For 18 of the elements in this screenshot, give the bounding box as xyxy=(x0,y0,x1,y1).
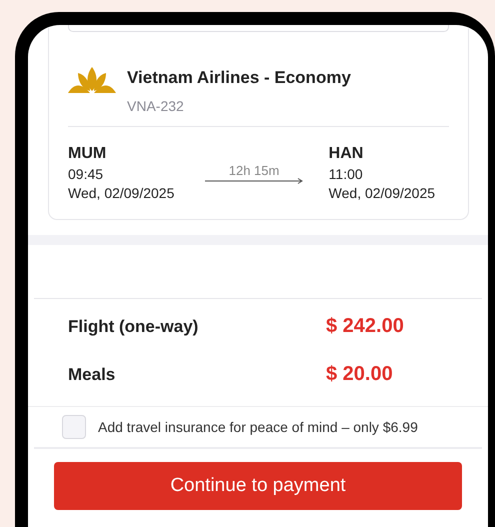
insurance-label: Add travel insurance for peace of mind – only $6.99 xyxy=(98,419,418,435)
continue-button[interactable]: Continue to payment xyxy=(54,462,462,510)
price-label: Meals xyxy=(68,364,116,384)
departure-airport: MUM xyxy=(68,145,108,163)
airline-name: Vietnam Airlines - Economy xyxy=(127,68,351,88)
flight-duration: 12h 15m xyxy=(228,163,280,178)
arrow-icon xyxy=(205,178,304,184)
insurance-checkbox[interactable] xyxy=(62,415,86,439)
price-amount: $ 20.00 xyxy=(326,363,393,386)
arrival-date: Wed, 02/09/2025 xyxy=(328,185,436,201)
departure-time: 09:45 xyxy=(68,166,104,182)
flight-code: VNA-232 xyxy=(127,98,185,114)
departure-date: Wed, 02/09/2025 xyxy=(68,185,176,201)
lotus-logo-icon xyxy=(68,65,116,95)
arrival-airport: HAN xyxy=(328,145,364,163)
price-amount: $ 242.00 xyxy=(326,315,404,338)
arrival-time: 11:00 xyxy=(328,166,364,182)
price-label: Flight (one-way) xyxy=(68,316,200,336)
